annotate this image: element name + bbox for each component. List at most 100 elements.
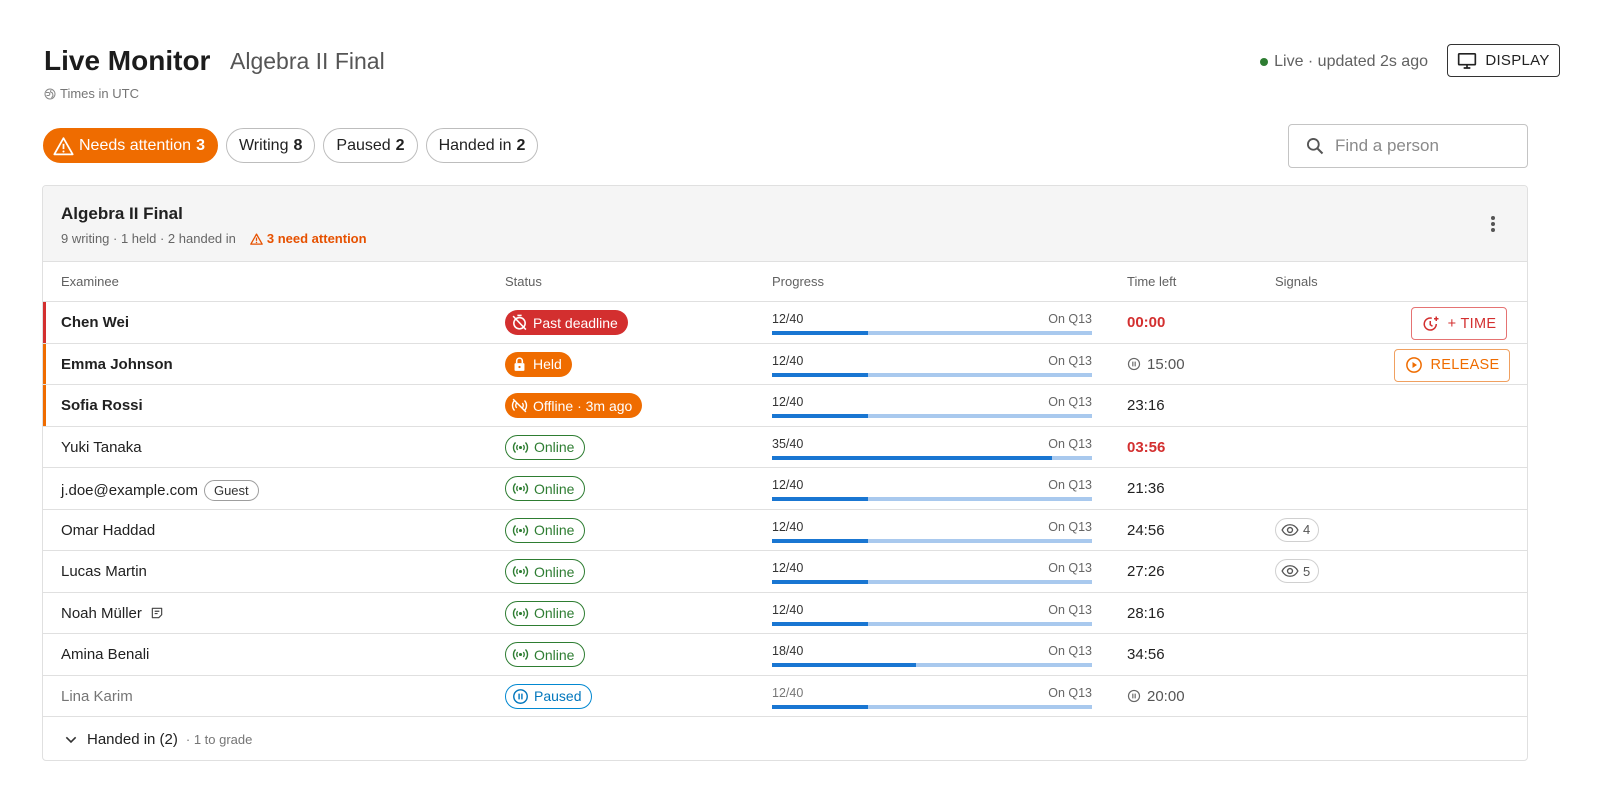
examinee-name[interactable]: Omar Haddad [61,522,155,539]
table-row[interactable]: j.doe@example.com Guest Online 12/40 On Q… [43,468,1527,510]
progress: 12/40 On Q13 [772,686,1092,709]
add-time-label: + TIME [1447,315,1497,332]
progress-fill [772,331,868,335]
broadcast-icon [512,441,529,453]
handed-in-label: Handed in (2) [87,731,178,748]
table-row[interactable]: Noah Müller Online 12/40 On Q13 28:16 [43,593,1527,634]
examinee-name[interactable]: Sofia Rossi [61,397,143,414]
time-value: 28:16 [1127,604,1165,622]
progress-fill [772,455,1052,460]
progress-count: 12/40 [772,561,804,575]
progress-bar [772,372,1092,377]
status-badge: Paused [505,683,593,709]
progress: 12/40 On Q13 [772,520,1092,543]
current-question: On Q13 [1048,519,1092,534]
current-question: On Q13 [1048,561,1092,575]
more-menu-icon[interactable] [1485,214,1501,234]
broadcast-icon [512,524,529,536]
globe-icon [44,88,56,99]
release-button[interactable]: RELEASE [1394,348,1510,382]
broadcast-icon [512,566,529,577]
progress-bar [772,580,1092,584]
search-input[interactable] [1335,136,1515,156]
timezone-note: Times in UTC [44,86,139,101]
play-circle-icon [1405,357,1422,373]
page-title: Live Monitor [44,45,211,76]
progress: 18/40 On Q13 [772,644,1092,667]
note-icon[interactable] [150,606,164,620]
search-box [1288,124,1528,168]
current-question: On Q13 [1048,478,1092,492]
pause-circle-icon [1127,357,1141,371]
handed-in-toggle[interactable]: Handed in (2) · 1 to grade [43,719,1527,760]
status-label: Offline · 3m ago [533,397,633,414]
progress-bar [772,331,1092,335]
time-value: 21:36 [1127,480,1165,497]
filter-paused[interactable]: Paused 2 [323,128,418,163]
progress-count: 12/40 [772,353,804,368]
time-left: 34:56 [1127,646,1165,663]
filter-count: 3 [196,136,205,154]
live-dot-icon [1260,58,1269,66]
examinee-email: j.doe@example.com [61,482,198,499]
time-value: 15:00 [1147,355,1185,373]
col-examinee[interactable]: Examinee [61,274,119,289]
table-header: Examinee Status Progress Time left Signa… [43,262,1527,302]
examinee-name[interactable]: Yuki Tanaka [61,439,142,456]
warning-icon [53,136,74,155]
table-row[interactable]: Lina Karim Paused 12/40 On Q13 20:00 [43,676,1527,717]
col-status[interactable]: Status [505,274,542,289]
filter-handed-in[interactable]: Handed in 2 [425,128,539,163]
time-left: 03:56 [1127,439,1165,456]
table-row[interactable]: Yuki Tanaka Online 35/40 On Q13 03:56 [43,427,1527,468]
examinee-name[interactable]: Emma Johnson [61,356,173,373]
table-row[interactable]: Amina Benali Online 18/40 On Q13 34:56 [43,634,1527,676]
add-time-button[interactable]: + TIME [1411,307,1507,340]
examinee-name[interactable]: Lina Karim [61,688,133,705]
progress-count: 35/40 [772,436,804,451]
progress: 12/40 On Q13 [772,354,1092,377]
col-time-left[interactable]: Time left [1127,274,1176,289]
table-row[interactable]: Omar Haddad Online 12/40 On Q13 24:56 4 [43,510,1527,551]
pause-circle-icon [513,688,528,704]
status-badge: Online [505,559,586,584]
filter-writing[interactable]: Writing 8 [225,128,316,163]
display-button[interactable]: DISPLAY [1447,44,1560,77]
table-row[interactable]: Chen Wei Past deadline 12/40 On Q13 00:00… [43,302,1527,344]
current-question: On Q13 [1048,312,1092,326]
examinee-name[interactable]: Lucas Martin [61,563,147,580]
filter-needs-attention[interactable]: Needs attention 3 [43,128,218,163]
status-label: Past deadline [533,314,618,331]
status-badge: Online [505,600,586,626]
progress-count: 12/40 [772,519,804,534]
table-row[interactable]: Sofia Rossi Offline · 3m ago 12/40 On Q13… [43,385,1527,427]
progress: 12/40 On Q13 [772,312,1092,335]
exam-subtitle: Algebra II Final [230,48,385,74]
filter-label: Needs attention [79,136,192,154]
col-signals[interactable]: Signals [1275,274,1318,289]
table-row[interactable]: Lucas Martin Online 12/40 On Q13 27:26 5 [43,551,1527,593]
current-question: On Q13 [1048,395,1092,409]
card-summary: 9 writing · 1 held · 2 handed in 3 need … [61,231,367,246]
search-icon [1307,138,1324,155]
monitor-icon [1458,53,1477,69]
focus-signal[interactable]: 4 [1275,517,1320,542]
time-value: 03:56 [1127,438,1166,456]
card-title: Algebra II Final [61,204,183,223]
filter-chips: Needs attention 3 Writing 8 Paused 2 Han… [43,128,539,163]
examinee-name[interactable]: j.doe@example.com Guest [61,480,259,501]
examinee-name[interactable]: Noah Müller [61,605,164,622]
table-row[interactable]: Emma Johnson Held 12/40 On Q13 15:00 RELE… [43,343,1527,385]
status-label: Paused [534,688,582,704]
time-left: 27:26 [1127,563,1165,580]
filter-label: Paused [336,136,391,154]
examinee-name[interactable]: Chen Wei [61,314,129,331]
filter-count: 2 [516,136,526,154]
status-label: Online [534,646,575,663]
col-progress[interactable]: Progress [772,274,824,289]
focus-signal[interactable]: 5 [1275,559,1320,583]
time-value: 00:00 [1127,314,1166,331]
progress: 12/40 On Q13 [772,478,1092,501]
examinee-name[interactable]: Amina Benali [61,646,149,663]
guest-badge: Guest [203,480,259,501]
